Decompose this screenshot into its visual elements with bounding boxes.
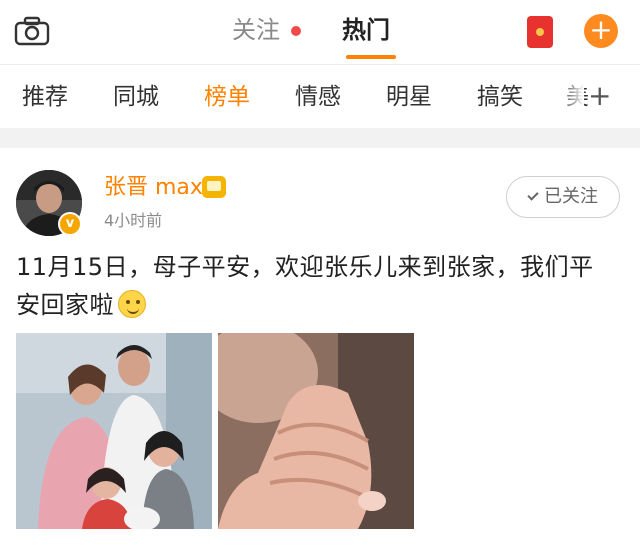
channel-recommend[interactable]: 推荐	[22, 82, 68, 112]
baby-hand-photo[interactable]	[218, 333, 414, 529]
channel-ranking[interactable]: 榜单	[204, 82, 250, 112]
top-bar: 关注 热门 +	[0, 0, 640, 64]
unread-dot	[291, 26, 301, 36]
author-name[interactable]: 张晋 max	[104, 174, 203, 202]
more-channels-icon[interactable]: +	[588, 82, 611, 110]
camera-icon[interactable]	[14, 16, 50, 46]
post-text: 11月15日，母子平安，欢迎张乐儿来到张家，我们平安回家啦	[16, 248, 616, 324]
red-packet-icon[interactable]	[527, 16, 553, 48]
channel-funny[interactable]: 搞笑	[477, 82, 523, 112]
channel-stars[interactable]: 明星	[386, 82, 432, 112]
vip-crown-icon	[202, 176, 226, 198]
divider	[0, 64, 640, 65]
active-tab-indicator	[346, 55, 396, 59]
channel-local[interactable]: 同城	[113, 82, 159, 112]
section-gap	[0, 128, 640, 148]
tab-hot[interactable]: 热门	[342, 14, 390, 46]
channel-fade	[560, 66, 584, 126]
plus-icon[interactable]: +	[584, 14, 618, 48]
smile-emoji-icon	[118, 290, 146, 318]
post-text-body: 11月15日，母子平安，欢迎张乐儿来到张家，我们平安回家啦	[16, 253, 594, 319]
tab-follow[interactable]: 关注	[232, 14, 280, 46]
channel-emotion[interactable]: 情感	[295, 82, 341, 112]
verified-badge-icon: v	[58, 212, 82, 236]
check-icon	[527, 189, 539, 201]
post-card: v 张晋 max 4小时前 已关注 11月15日，母子平安，欢迎张乐儿来到张家，…	[0, 148, 640, 552]
followed-button[interactable]: 已关注	[506, 176, 620, 218]
followed-label: 已关注	[544, 186, 598, 207]
family-photo[interactable]	[16, 333, 212, 529]
post-time: 4小时前	[104, 211, 163, 230]
channel-bar: 推荐 同城 榜单 情感 明星 搞笑 美 +	[0, 66, 640, 126]
